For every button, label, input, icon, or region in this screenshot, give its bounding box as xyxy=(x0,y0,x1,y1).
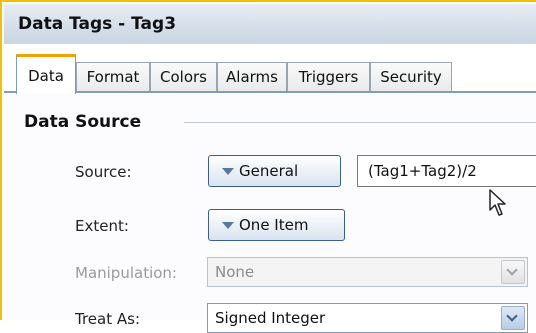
treat-as-select[interactable]: Signed Integer xyxy=(207,303,528,333)
triangle-down-icon xyxy=(222,222,234,229)
chevron-down-icon xyxy=(506,264,518,276)
manipulation-value: None xyxy=(215,263,255,281)
mouse-cursor-icon xyxy=(489,189,506,216)
tab-alarms[interactable]: Alarms xyxy=(217,62,287,92)
manipulation-select[interactable]: None xyxy=(207,257,528,287)
source-expression-field[interactable]: (Tag1+Tag2)/2 xyxy=(357,155,536,187)
tab-security[interactable]: Security xyxy=(370,62,452,92)
tab-divider xyxy=(4,91,536,93)
section-divider xyxy=(184,122,536,123)
treat-as-label: Treat As: xyxy=(75,310,140,328)
source-label: Source: xyxy=(75,163,132,181)
source-type-button[interactable]: General xyxy=(208,155,341,187)
tab-strip: Data Format Colors Alarms Triggers Secur… xyxy=(4,44,536,94)
section-heading-data-source: Data Source xyxy=(24,112,150,132)
extent-button[interactable]: One Item xyxy=(208,209,345,241)
treat-as-value: Signed Integer xyxy=(215,309,326,327)
dialog-window: Data Tags - Tag3 Data Format Colors Alar… xyxy=(0,0,536,333)
title-bar[interactable]: Data Tags - Tag3 xyxy=(4,4,536,44)
window-title: Data Tags - Tag3 xyxy=(18,14,177,34)
manipulation-dropdown-button[interactable] xyxy=(501,260,525,284)
source-type-label: General xyxy=(239,162,299,180)
tab-format[interactable]: Format xyxy=(76,62,150,92)
tab-triggers[interactable]: Triggers xyxy=(287,62,370,92)
tab-data[interactable]: Data xyxy=(16,54,76,94)
extent-label: Extent: xyxy=(75,217,129,235)
manipulation-label: Manipulation: xyxy=(75,264,177,282)
extent-label-value: One Item xyxy=(239,216,309,234)
triangle-down-icon xyxy=(222,168,234,175)
treat-as-dropdown-button[interactable] xyxy=(501,306,525,330)
tab-colors[interactable]: Colors xyxy=(150,62,217,92)
